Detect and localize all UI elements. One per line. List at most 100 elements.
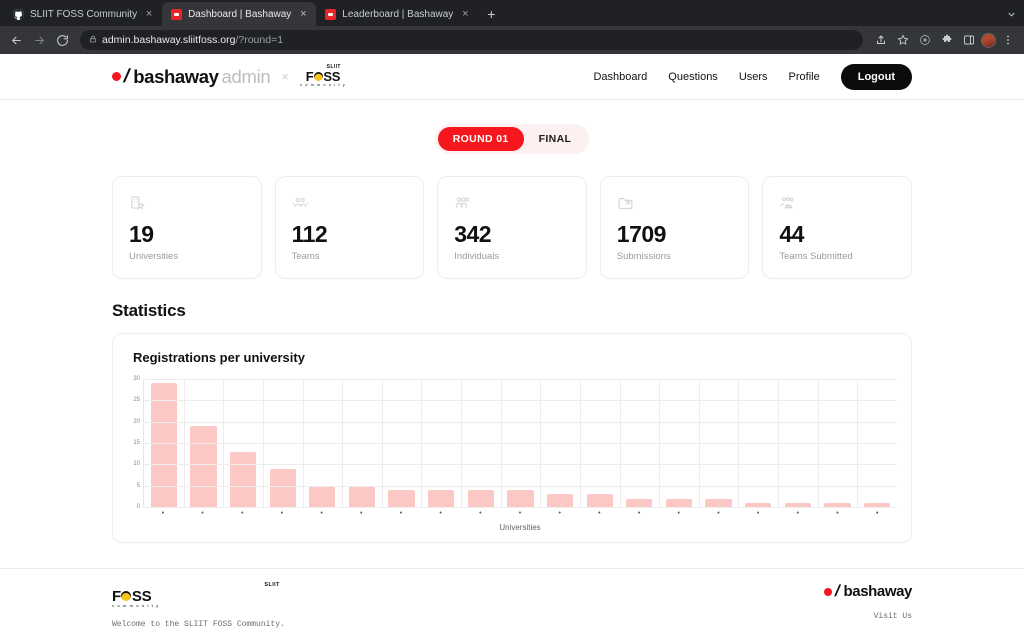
reload-icon[interactable] <box>52 30 72 50</box>
chart-gridline <box>144 485 897 487</box>
x-axis-tick-marker: • <box>875 510 879 518</box>
brand-slash: / <box>121 66 132 87</box>
stat-card-individuals: 342 Individuals <box>437 176 587 280</box>
back-arrow-icon[interactable] <box>6 30 26 50</box>
page-content: / bashaway admin × SLIIT F SS c o m m u n… <box>0 54 1024 640</box>
bashaway-icon <box>171 8 183 20</box>
browser-tab-1[interactable]: SLIIT FOSS Community × <box>4 2 162 26</box>
sliit-foss-logo: SLIIT F SS c o m m u n i t y <box>300 65 346 88</box>
round-toggle-round01[interactable]: ROUND 01 <box>437 127 524 151</box>
chart-bar[interactable] <box>229 451 257 508</box>
x-axis-tick: • <box>500 510 540 517</box>
y-axis-tick-label: 20 <box>133 418 140 425</box>
x-axis-tick: • <box>381 510 421 517</box>
chart-plot-area: 0 5 10 15 20 25 30 <box>123 376 897 510</box>
chart-gridline-vertical <box>223 379 225 508</box>
url-domain: admin.bashaway.sliitfoss.org <box>102 34 236 46</box>
chart-bar[interactable] <box>428 490 455 508</box>
footer-visit-link[interactable]: Visit Us <box>874 612 912 621</box>
footer-sliit-foss-logo: SLIIT F SS c o m m u n i t y <box>112 582 285 608</box>
chart-plot <box>143 379 897 509</box>
footer-right: / bashaway Visit Us <box>824 583 912 640</box>
browser-tab-2[interactable]: Dashboard | Bashaway × <box>162 2 317 26</box>
chart-gridline-vertical <box>579 379 581 508</box>
x-axis-tick-marker: • <box>518 510 522 518</box>
round-toggle-wrapper: ROUND 01 FINAL <box>112 100 912 154</box>
chart-bar[interactable] <box>665 498 692 508</box>
bashaway-logo[interactable]: / bashaway admin <box>112 66 271 88</box>
nav-item-profile[interactable]: Profile <box>789 71 820 83</box>
nav-item-dashboard[interactable]: Dashboard <box>593 71 647 83</box>
chart-gridline-vertical <box>461 379 463 508</box>
x-axis-tick: • <box>461 510 501 517</box>
x-axis-tick: • <box>778 510 818 517</box>
sidebar-panel-icon[interactable] <box>959 30 979 50</box>
round-toggle-final[interactable]: FINAL <box>524 127 587 151</box>
chart-bar[interactable] <box>269 468 296 508</box>
nav-item-questions[interactable]: Questions <box>668 71 718 83</box>
logout-button[interactable]: Logout <box>840 63 912 90</box>
chart-bar[interactable] <box>190 426 217 508</box>
x-axis-tick: • <box>818 510 858 517</box>
chart-gridline-vertical <box>342 379 344 508</box>
bookmark-star-icon[interactable] <box>893 30 913 50</box>
chart-bar[interactable] <box>309 485 336 508</box>
chevron-down-icon[interactable] <box>998 2 1024 26</box>
nav-item-users[interactable]: Users <box>739 71 768 83</box>
chart-bar[interactable] <box>388 490 415 508</box>
footer-bashaway-logo[interactable]: / bashaway <box>824 583 912 600</box>
chart-bar[interactable] <box>705 498 732 508</box>
foss-logo-top: SLIIT <box>264 582 280 588</box>
chart-bar[interactable] <box>150 383 177 508</box>
page-title: Statistics <box>112 301 186 321</box>
x-axis-tick: • <box>302 510 342 517</box>
chart-y-axis: 0 5 10 15 20 25 30 <box>123 376 143 510</box>
chart-bar[interactable] <box>467 490 494 508</box>
x-axis-tick-marker: • <box>756 510 760 518</box>
main-navigation: Dashboard Questions Users Profile Logout <box>593 63 912 90</box>
round-toggle: ROUND 01 FINAL <box>434 124 590 154</box>
close-icon[interactable]: × <box>143 8 155 20</box>
x-axis-tick: • <box>659 510 699 517</box>
browser-tabstrip: SLIIT FOSS Community × Dashboard | Basha… <box>0 0 1024 26</box>
chart-bar[interactable] <box>507 490 534 508</box>
y-axis-tick-label: 15 <box>133 440 140 447</box>
x-axis-tick-marker: • <box>161 510 165 518</box>
tab-title: Leaderboard | Bashaway <box>342 8 454 20</box>
foss-logo-main: F SS <box>112 587 152 605</box>
three-dot-menu-icon[interactable] <box>998 30 1018 50</box>
x-axis-tick: • <box>222 510 262 517</box>
x-axis-tick-marker: • <box>836 510 839 518</box>
close-icon[interactable]: × <box>297 8 309 20</box>
circle-icon[interactable] <box>915 30 935 50</box>
individuals-people-icon <box>454 192 570 214</box>
share-icon[interactable] <box>871 30 891 50</box>
foss-flame-icon <box>121 591 132 601</box>
chart-gridline-vertical <box>183 379 185 508</box>
chart-bar[interactable] <box>546 494 574 508</box>
brand-name: bashaway <box>843 583 912 600</box>
chart-bar[interactable] <box>586 494 613 508</box>
new-tab-button[interactable]: + <box>478 2 504 26</box>
browser-tab-3[interactable]: Leaderboard | Bashaway × <box>316 2 478 26</box>
x-axis-tick-marker: • <box>439 510 442 518</box>
x-axis-tick-marker: • <box>320 510 323 518</box>
close-icon[interactable]: × <box>459 8 471 20</box>
x-axis-tick: • <box>262 510 302 517</box>
stat-label: Submissions <box>616 251 671 263</box>
chart-bar[interactable] <box>348 485 375 508</box>
stats-cards-row: 19 Universities 112 Teams 342 Individual… <box>112 176 912 280</box>
chart-bar[interactable] <box>626 498 653 508</box>
github-icon <box>13 8 24 20</box>
forward-arrow-icon[interactable] <box>29 30 49 50</box>
extensions-puzzle-icon[interactable] <box>937 30 957 50</box>
address-bar[interactable]: admin.bashaway.sliitfoss.org/?round=1 <box>80 30 863 50</box>
y-axis-tick-label: 5 <box>136 482 140 489</box>
brand-dot-icon <box>824 587 833 596</box>
chart-gridline <box>144 379 897 381</box>
x-axis-tick: • <box>738 510 778 517</box>
brand-area[interactable]: / bashaway admin × SLIIT F SS c o m m u n… <box>112 65 346 88</box>
profile-avatar[interactable] <box>981 32 996 48</box>
chart-card: Registrations per university 0 5 10 15 20 25 3… <box>112 333 912 544</box>
browser-window: SLIIT FOSS Community × Dashboard | Basha… <box>0 0 1024 640</box>
